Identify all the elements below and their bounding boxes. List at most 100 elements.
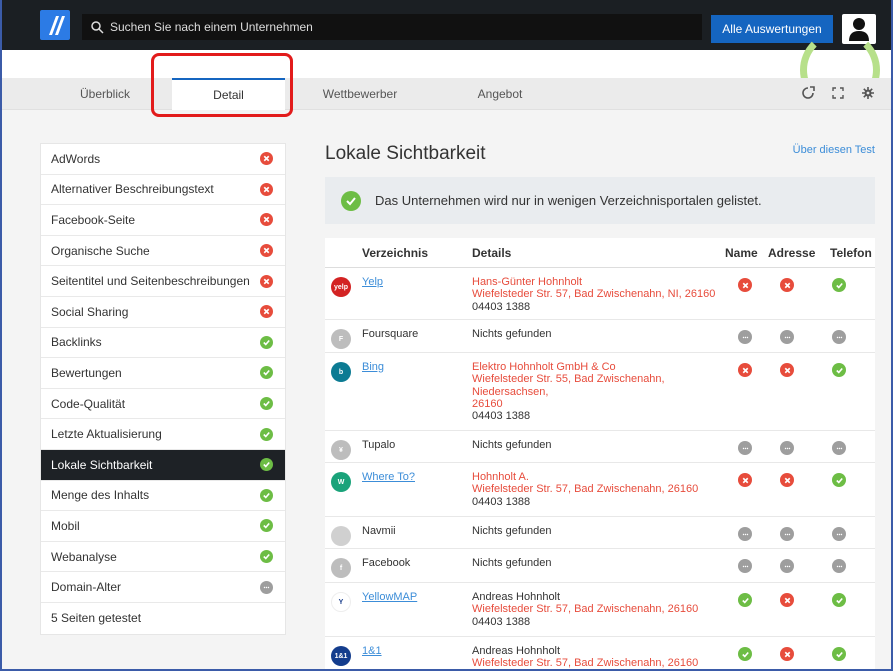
- app-logo-icon[interactable]: [40, 10, 70, 40]
- tab-bar: Überblick Detail Wettbewerber Angebot: [0, 78, 893, 110]
- directory-name[interactable]: Yelp: [362, 276, 383, 288]
- sidebar-item-webanalyse[interactable]: Webanalyse: [41, 542, 285, 573]
- sidebar-item-label: Facebook-Seite: [51, 212, 136, 227]
- directory-name[interactable]: YellowMAP: [362, 591, 417, 603]
- col-address: Adresse: [768, 246, 816, 260]
- directory-logo-icon: f: [331, 558, 351, 578]
- directory-logo-icon: ¥: [331, 440, 351, 460]
- directory-name[interactable]: Where To?: [362, 471, 415, 483]
- sidebar-item-backlinks[interactable]: Backlinks: [41, 328, 285, 359]
- directory-name: Tupalo: [362, 439, 396, 451]
- status-cross-icon: [260, 152, 273, 166]
- status-neutral-icon: [738, 330, 752, 344]
- status-check-icon: [832, 363, 846, 377]
- status-cross-icon: [738, 473, 752, 487]
- table-header: Verzeichnis Details Name Adresse Telefon: [325, 238, 875, 268]
- about-test-link[interactable]: Über diesen Test: [793, 144, 875, 156]
- detail-line1: Nichts gefunden: [472, 328, 552, 340]
- table-row: F Foursquare Nichts gefunden: [325, 320, 875, 353]
- table-row: ¥ Tupalo Nichts gefunden: [325, 431, 875, 463]
- top-bar: Alle Auswertungen: [0, 0, 893, 50]
- status-check-icon: [260, 335, 273, 349]
- directory-name[interactable]: Bing: [362, 361, 384, 373]
- sidebar-item-code-qualit-t[interactable]: Code-Qualität: [41, 389, 285, 420]
- status-check-icon: [260, 519, 273, 533]
- fullscreen-icon[interactable]: [831, 86, 845, 100]
- status-check-icon: [260, 427, 273, 441]
- directory-name: Navmii: [362, 525, 396, 537]
- col-phone: Telefon: [830, 246, 872, 260]
- status-address: [780, 527, 794, 542]
- search-input[interactable]: [110, 20, 690, 34]
- status-neutral-icon: [832, 330, 846, 344]
- sidebar-item-label: Social Sharing: [51, 304, 129, 319]
- status-neutral-icon: [832, 441, 846, 455]
- status-name: [738, 559, 752, 574]
- sidebar-item-bewertungen[interactable]: Bewertungen: [41, 358, 285, 389]
- sidebar-item-menge-des-inhalts[interactable]: Menge des Inhalts: [41, 481, 285, 512]
- status-address: [780, 363, 794, 378]
- directory-name[interactable]: 1&1: [362, 645, 382, 657]
- tab-offer[interactable]: Angebot: [440, 78, 560, 110]
- status-check-icon: [832, 278, 846, 292]
- detail-line1: Hohnholt A.: [472, 471, 529, 483]
- check-icon: [341, 190, 361, 211]
- status-name: [738, 527, 752, 542]
- status-check-icon: [260, 488, 273, 502]
- status-cross-icon: [738, 278, 752, 292]
- share-icon[interactable]: [801, 86, 815, 100]
- sidebar-item-mobil[interactable]: Mobil: [41, 511, 285, 542]
- sidebar-item-letzte-aktualisierung[interactable]: Letzte Aktualisierung: [41, 419, 285, 450]
- detail-line1: Nichts gefunden: [472, 557, 552, 569]
- directory-details: Elektro Hohnholt GmbH & Co Wiefelsteder S…: [472, 361, 734, 422]
- status-telephone: [832, 593, 846, 608]
- search-box[interactable]: [82, 14, 702, 40]
- status-check-icon: [260, 550, 273, 564]
- status-telephone: [832, 559, 846, 574]
- search-icon: [91, 21, 104, 34]
- status-address: [780, 441, 794, 456]
- status-neutral-icon: [738, 441, 752, 455]
- status-check-icon: [738, 647, 752, 661]
- status-name: [738, 647, 752, 662]
- detail-line1: Andreas Hohnholt: [472, 591, 561, 603]
- status-telephone: [832, 278, 846, 293]
- sidebar-item-lokale-sichtbarkeit[interactable]: Lokale Sichtbarkeit: [41, 449, 285, 481]
- status-name: [738, 593, 752, 608]
- status-check-icon: [738, 593, 752, 607]
- directory-logo-icon: F: [331, 329, 351, 349]
- directory-name: Foursquare: [362, 328, 419, 340]
- sidebar-item-adwords[interactable]: AdWords: [41, 144, 285, 175]
- gear-icon[interactable]: [861, 86, 875, 100]
- table-row: yelp Yelp Hans-Günter Hohnholt Wiefelsteder…: [325, 268, 875, 320]
- sidebar-item-social-sharing[interactable]: Social Sharing: [41, 297, 285, 328]
- status-neutral-icon: [832, 559, 846, 573]
- status-check-icon: [832, 647, 846, 661]
- detail-line1: Nichts gefunden: [472, 525, 552, 537]
- pages-tested-label: 5 Seiten getestet: [51, 611, 142, 626]
- sidebar-item-label: Backlinks: [51, 335, 102, 350]
- status-neutral-icon: [780, 330, 794, 344]
- status-neutral-icon: [260, 580, 273, 594]
- tab-competitors[interactable]: Wettbewerber: [300, 78, 420, 110]
- sidebar-item-seitentitel-und-seitenbeschreibungen[interactable]: Seitentitel und Seitenbeschreibungen: [41, 266, 285, 297]
- directory-details: Andreas Hohnholt Wiefelsteder Str. 57, Ba…: [472, 591, 734, 628]
- directory-logo-icon: 1&1: [331, 646, 351, 666]
- sidebar-item-facebook-seite[interactable]: Facebook-Seite: [41, 205, 285, 236]
- detail-line2: Wiefelsteder Str. 57, Bad Zwischenahn, N…: [472, 288, 716, 301]
- status-address: [780, 559, 794, 574]
- status-telephone: [832, 647, 846, 662]
- status-check-icon: [832, 473, 846, 487]
- status-name: [738, 278, 752, 293]
- directory-details: Nichts gefunden: [472, 328, 734, 340]
- status-neutral-icon: [780, 559, 794, 573]
- sidebar-item-domain-alter[interactable]: Domain-Alter: [41, 572, 285, 603]
- sidebar-item-alternativer-beschreibungstext[interactable]: Alternativer Beschreibungstext: [41, 175, 285, 206]
- directory-logo-icon: [331, 526, 351, 546]
- sidebar-item-label: Menge des Inhalts: [51, 488, 150, 503]
- sidebar-item-organische-suche[interactable]: Organische Suche: [41, 236, 285, 267]
- detail-line2: Wiefelsteder Str. 55, Bad Zwischenahn, N…: [472, 373, 665, 398]
- status-telephone: [832, 527, 846, 542]
- banner-text: Das Unternehmen wird nur in wenigen Verz…: [375, 193, 762, 208]
- sidebar-item-label: Letzte Aktualisierung: [51, 427, 162, 442]
